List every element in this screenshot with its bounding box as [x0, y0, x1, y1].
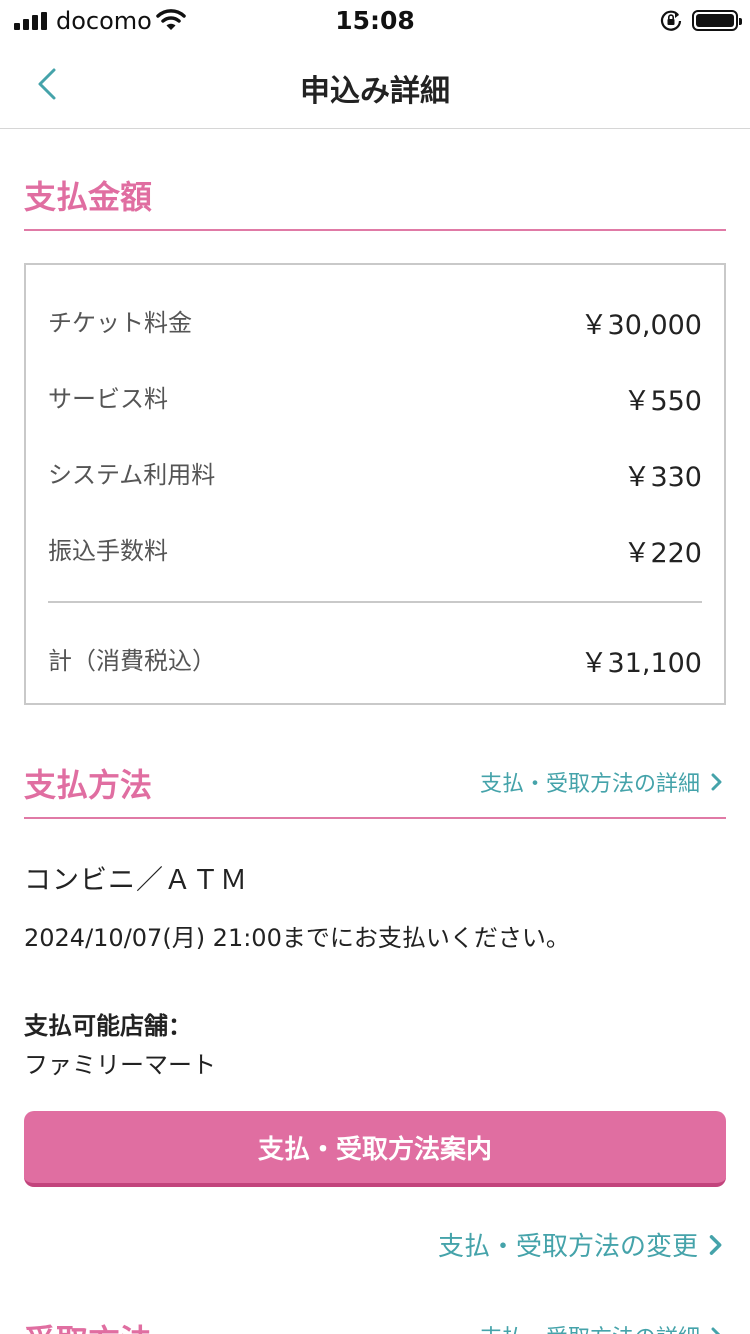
receive-detail-link-label: 支払・受取方法の詳細 — [480, 1320, 700, 1334]
battery-icon — [692, 10, 742, 31]
payment-amount-box: チケット料金 ￥30,000 サービス料 ￥550 システム利用料 ￥330 振… — [24, 263, 726, 705]
page-title: 申込み詳細 — [300, 74, 450, 109]
fee-label: システム利用料 — [48, 461, 216, 489]
fee-value: ￥220 — [623, 538, 702, 569]
payment-amount-header: 支払金額 — [24, 170, 726, 231]
navigation-bar: 申込み詳細 — [0, 40, 750, 129]
status-time: 15:08 — [335, 6, 415, 35]
store-name: ファミリーマート — [24, 1051, 216, 1079]
chevron-right-icon — [709, 1234, 722, 1255]
divider — [48, 601, 702, 603]
fee-label: チケット料金 — [48, 309, 192, 337]
total-row: 計（消費税込） ￥31,100 — [48, 641, 702, 681]
chevron-right-icon — [711, 1327, 721, 1334]
payment-amount-title: 支払金額 — [24, 178, 153, 216]
chevron-right-icon — [711, 773, 722, 791]
fee-row-transfer: 振込手数料 ￥220 — [48, 531, 702, 571]
payment-detail-link-label: 支払・受取方法の詳細 — [479, 772, 700, 797]
fee-label: サービス料 — [48, 385, 168, 413]
total-value: ￥31,100 — [580, 648, 702, 679]
fee-row-ticket: チケット料金 ￥30,000 — [48, 303, 702, 343]
payment-guide-button[interactable]: 支払・受取方法案内 — [24, 1111, 726, 1187]
fee-label: 振込手数料 — [48, 537, 168, 565]
fee-value: ￥330 — [623, 462, 702, 493]
change-method-link[interactable]: 支払・受取方法の変更 — [438, 1226, 722, 1263]
store-label: 支払可能店舗： — [24, 1012, 192, 1040]
fee-row-service: サービス料 ￥550 — [48, 379, 702, 419]
fee-row-system: システム利用料 ￥330 — [48, 455, 702, 495]
change-method-link-label: 支払・受取方法の変更 — [437, 1232, 698, 1262]
receive-method-header: 受取方法 支払・受取方法の詳細 — [24, 1316, 726, 1334]
receive-detail-link[interactable]: 支払・受取方法の詳細 — [480, 1320, 722, 1334]
payment-detail-link[interactable]: 支払・受取方法の詳細 — [480, 766, 722, 798]
payment-method-header: 支払方法 支払・受取方法の詳細 — [24, 758, 726, 819]
payment-method-name: コンビニ／ＡＴＭ — [24, 865, 248, 896]
status-bar: docomo 15:08 — [0, 0, 750, 40]
fee-value: ￥550 — [623, 386, 702, 417]
receive-method-title: 受取方法 — [24, 1316, 152, 1334]
fee-value: ￥30,000 — [580, 310, 702, 341]
payment-guide-button-label: 支払・受取方法案内 — [257, 1134, 492, 1165]
payment-deadline: 2024/10/07(月) 21:00までにお支払いください。 — [24, 924, 570, 952]
total-label: 計（消費税込） — [48, 647, 216, 675]
orientation-lock-icon — [660, 10, 682, 31]
payment-method-title: 支払方法 — [24, 766, 153, 804]
